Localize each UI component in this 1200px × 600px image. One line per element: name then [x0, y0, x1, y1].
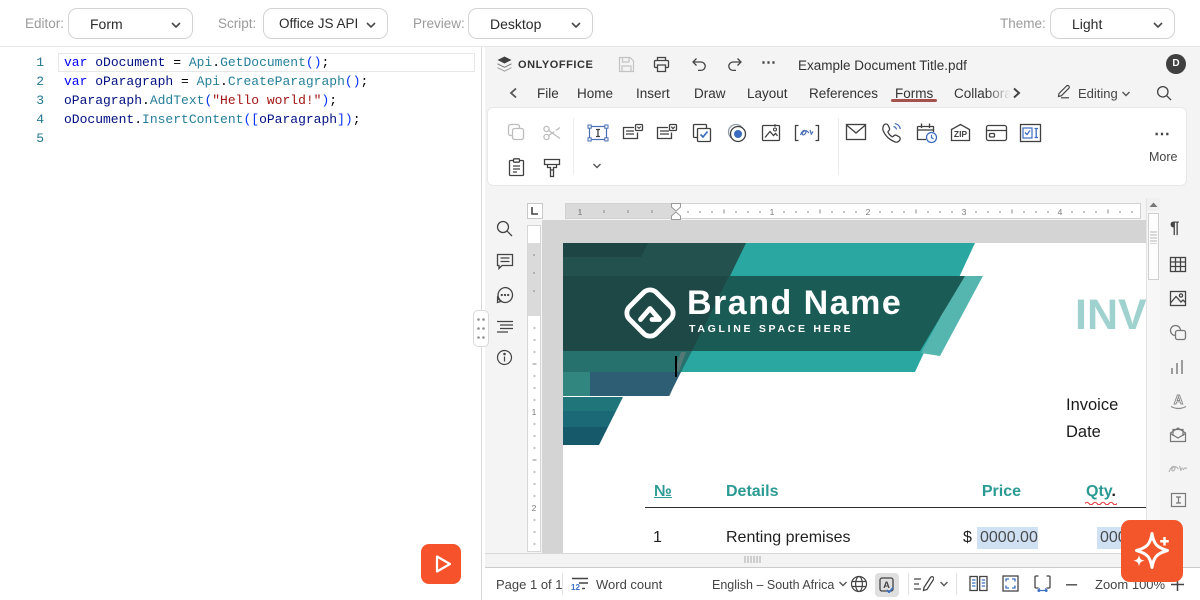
- svg-text:1: 1: [532, 407, 537, 417]
- svg-text:A: A: [1174, 392, 1184, 407]
- svg-text:2: 2: [866, 207, 871, 217]
- svg-text:1: 1: [578, 207, 583, 217]
- svg-text:12: 12: [571, 583, 580, 592]
- svg-text:2: 2: [532, 503, 537, 513]
- svg-text:A: A: [883, 580, 890, 591]
- svg-text:3: 3: [962, 207, 967, 217]
- svg-text:1: 1: [770, 207, 775, 217]
- svg-text:ZIP: ZIP: [954, 129, 968, 139]
- svg-text:4: 4: [1058, 207, 1063, 217]
